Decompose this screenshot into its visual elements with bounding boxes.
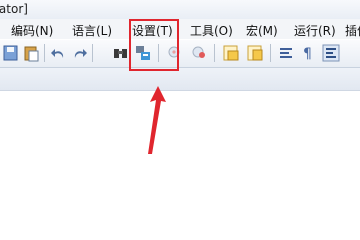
menu-item-tools[interactable]: 工具(O) <box>190 22 233 39</box>
find-icon[interactable] <box>112 44 130 62</box>
highlight-box <box>129 19 179 71</box>
toolbar-separator <box>270 44 271 62</box>
toolbar-separator <box>44 44 45 62</box>
sync-horizontal-icon[interactable] <box>246 44 264 62</box>
toolbar-separator <box>92 44 93 62</box>
sync-vertical-icon[interactable] <box>222 44 240 62</box>
show-all-chars-icon[interactable]: ¶ <box>300 44 318 62</box>
menu-item-plugins[interactable]: 插件 <box>345 22 360 39</box>
svg-text:¶: ¶ <box>303 46 312 62</box>
menu-bar: ) 编码(N) 语言(L) 设置(T) 工具(O) 宏(M) 运行(R) 插件 <box>0 19 360 39</box>
toolbar-separator <box>214 44 215 62</box>
indent-guide-icon[interactable] <box>322 44 340 62</box>
redo-icon[interactable] <box>70 44 88 62</box>
tab-bar <box>0 68 360 91</box>
word-wrap-icon[interactable] <box>278 44 296 62</box>
save-icon[interactable] <box>2 44 20 62</box>
zoom-out-icon[interactable] <box>190 44 208 62</box>
menu-item-run[interactable]: 运行(R) <box>294 22 336 39</box>
editor-area[interactable] <box>0 91 360 210</box>
pointer-arrow <box>148 86 166 154</box>
menu-item-macro[interactable]: 宏(M) <box>246 22 278 39</box>
title-bar: rator] <box>0 0 360 19</box>
menu-item-prev[interactable]: ) <box>0 22 1 36</box>
undo-icon[interactable] <box>50 44 68 62</box>
window-title: rator] <box>0 2 28 16</box>
paste-icon[interactable] <box>22 44 40 62</box>
menu-item-language[interactable]: 语言(L) <box>72 22 112 39</box>
menu-item-encoding[interactable]: 编码(N) <box>11 22 53 39</box>
